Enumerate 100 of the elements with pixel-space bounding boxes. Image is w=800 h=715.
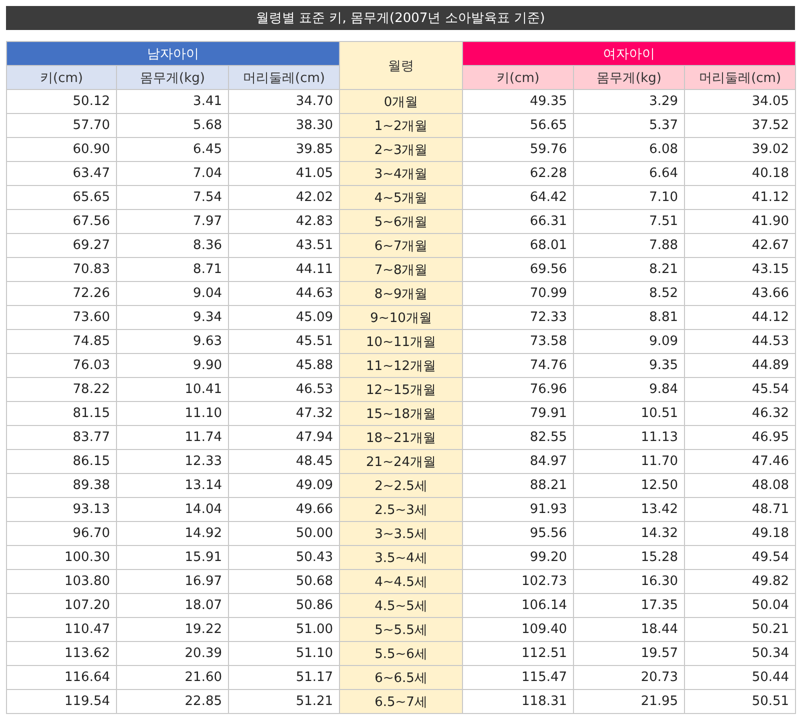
table-cell: 49.35 xyxy=(462,90,574,114)
table-cell: 16.30 xyxy=(574,570,685,594)
table-cell: 49.66 xyxy=(228,498,340,522)
table-cell: 89.38 xyxy=(6,474,116,498)
table-cell: 79.91 xyxy=(462,402,574,426)
table-cell: 40.18 xyxy=(684,162,796,186)
table-cell: 47.32 xyxy=(228,402,340,426)
table-cell: 73.58 xyxy=(462,330,574,354)
column-header: 머리둘레(cm) xyxy=(684,66,796,90)
table-cell: 70.99 xyxy=(462,282,574,306)
table-cell: 42.02 xyxy=(228,186,340,210)
table-cell: 74.85 xyxy=(6,330,116,354)
table-cell: 34.70 xyxy=(228,90,340,114)
age-cell: 18~21개월 xyxy=(340,426,463,450)
table-cell: 50.00 xyxy=(228,522,340,546)
age-cell: 5~6개월 xyxy=(340,210,463,234)
table-cell: 49.18 xyxy=(684,522,796,546)
table-cell: 9.35 xyxy=(574,354,685,378)
age-cell: 2.5~3세 xyxy=(340,498,463,522)
table-cell: 115.47 xyxy=(462,666,574,690)
age-cell: 0개월 xyxy=(340,90,463,114)
table-cell: 99.20 xyxy=(462,546,574,570)
table-cell: 18.07 xyxy=(116,594,228,618)
table-cell: 88.21 xyxy=(462,474,574,498)
age-cell: 5~5.5세 xyxy=(340,618,463,642)
age-cell: 12~15개월 xyxy=(340,378,463,402)
table-cell: 12.50 xyxy=(574,474,685,498)
table-cell: 7.10 xyxy=(574,186,685,210)
table-cell: 7.88 xyxy=(574,234,685,258)
table-cell: 39.85 xyxy=(228,138,340,162)
table-cell: 46.53 xyxy=(228,378,340,402)
table-cell: 110.47 xyxy=(6,618,116,642)
table-cell: 44.12 xyxy=(684,306,796,330)
age-cell: 3~4개월 xyxy=(340,162,463,186)
table-cell: 9.90 xyxy=(116,354,228,378)
table-cell: 112.51 xyxy=(462,642,574,666)
table-cell: 7.97 xyxy=(116,210,228,234)
age-cell: 8~9개월 xyxy=(340,282,463,306)
table-cell: 39.02 xyxy=(684,138,796,162)
age-cell: 6~7개월 xyxy=(340,234,463,258)
column-header: 월령 xyxy=(340,42,463,90)
table-cell: 70.83 xyxy=(6,258,116,282)
table-cell: 14.32 xyxy=(574,522,685,546)
table-cell: 76.96 xyxy=(462,378,574,402)
table-cell: 5.37 xyxy=(574,114,685,138)
table-cell: 17.35 xyxy=(574,594,685,618)
table-cell: 82.55 xyxy=(462,426,574,450)
group-header: 여자아이 xyxy=(462,42,796,66)
table-cell: 41.90 xyxy=(684,210,796,234)
table-cell: 51.17 xyxy=(228,666,340,690)
table-cell: 42.83 xyxy=(228,210,340,234)
age-cell: 11~12개월 xyxy=(340,354,463,378)
table-cell: 113.62 xyxy=(6,642,116,666)
table-cell: 59.76 xyxy=(462,138,574,162)
table-cell: 43.51 xyxy=(228,234,340,258)
table-cell: 72.33 xyxy=(462,306,574,330)
table-cell: 51.10 xyxy=(228,642,340,666)
table-cell: 8.36 xyxy=(116,234,228,258)
table-cell: 73.60 xyxy=(6,306,116,330)
table-cell: 43.15 xyxy=(684,258,796,282)
table-cell: 9.34 xyxy=(116,306,228,330)
table-cell: 43.66 xyxy=(684,282,796,306)
table-cell: 44.11 xyxy=(228,258,340,282)
table-cell: 68.01 xyxy=(462,234,574,258)
table-cell: 9.84 xyxy=(574,378,685,402)
table-cell: 21.95 xyxy=(574,690,685,714)
table-cell: 63.47 xyxy=(6,162,116,186)
table-cell: 83.77 xyxy=(6,426,116,450)
table-cell: 37.52 xyxy=(684,114,796,138)
table-cell: 14.04 xyxy=(116,498,228,522)
table-cell: 15.91 xyxy=(116,546,228,570)
table-cell: 7.51 xyxy=(574,210,685,234)
age-cell: 4~5개월 xyxy=(340,186,463,210)
table-cell: 12.33 xyxy=(116,450,228,474)
table-cell: 46.95 xyxy=(684,426,796,450)
table-cell: 57.70 xyxy=(6,114,116,138)
age-cell: 9~10개월 xyxy=(340,306,463,330)
table-cell: 11.13 xyxy=(574,426,685,450)
table-cell: 62.28 xyxy=(462,162,574,186)
table-cell: 8.71 xyxy=(116,258,228,282)
age-cell: 1~2개월 xyxy=(340,114,463,138)
table-cell: 9.04 xyxy=(116,282,228,306)
table-cell: 67.56 xyxy=(6,210,116,234)
table-cell: 51.00 xyxy=(228,618,340,642)
table-cell: 50.44 xyxy=(684,666,796,690)
table-cell: 49.54 xyxy=(684,546,796,570)
table-cell: 8.52 xyxy=(574,282,685,306)
age-cell: 15~18개월 xyxy=(340,402,463,426)
table-cell: 48.71 xyxy=(684,498,796,522)
table-cell: 8.21 xyxy=(574,258,685,282)
column-header: 몸무게(kg) xyxy=(116,66,228,90)
table-cell: 103.80 xyxy=(6,570,116,594)
column-header: 키(cm) xyxy=(462,66,574,90)
table-cell: 11.70 xyxy=(574,450,685,474)
age-cell: 21~24개월 xyxy=(340,450,463,474)
table-cell: 47.94 xyxy=(228,426,340,450)
column-header: 몸무게(kg) xyxy=(574,66,685,90)
table-cell: 46.32 xyxy=(684,402,796,426)
table-cell: 49.82 xyxy=(684,570,796,594)
table-cell: 50.43 xyxy=(228,546,340,570)
